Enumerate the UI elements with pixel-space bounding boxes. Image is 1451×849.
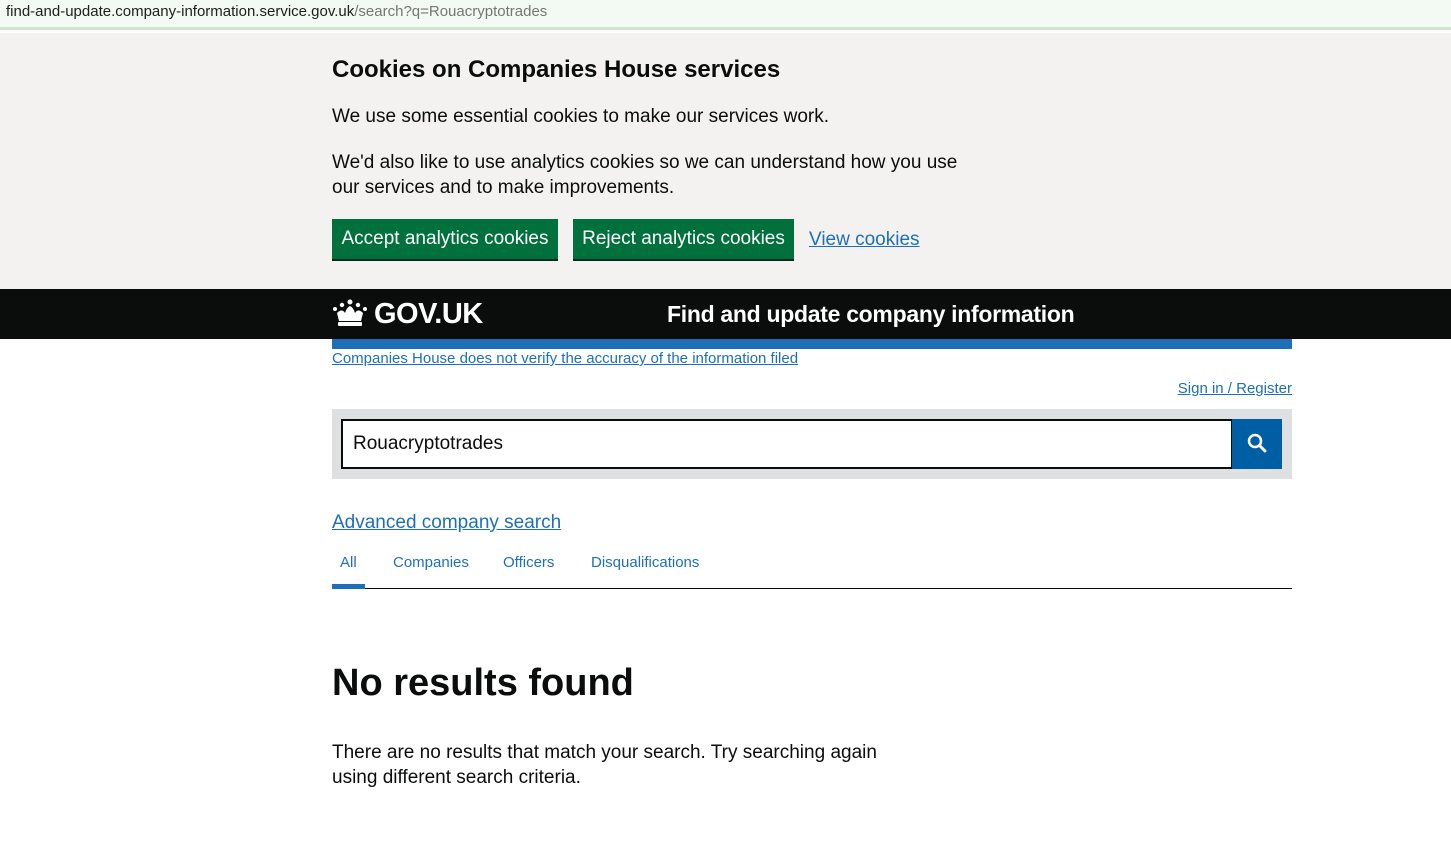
accuracy-disclaimer-link[interactable]: Companies House does not verify the accu… (332, 350, 798, 368)
cookie-banner-text-essential: We use some essential cookies to make ou… (332, 106, 830, 127)
advanced-search-link[interactable]: Advanced company search (332, 511, 561, 535)
cookie-banner-text-analytics: We'd also like to use analytics cookies … (332, 152, 958, 198)
search-tabs: All Companies Officers Disqualifications (332, 550, 1292, 589)
sign-in-register-link[interactable]: Sign in / Register (1178, 380, 1292, 398)
search-form (332, 409, 1292, 479)
tab-all[interactable]: All (340, 554, 357, 572)
govuk-logo[interactable]: GOV.UK (374, 298, 483, 330)
cookie-banner-title: Cookies on Companies House services (332, 56, 781, 83)
search-input[interactable] (341, 419, 1233, 469)
tab-all-active-indicator (332, 584, 365, 589)
cookie-banner: Cookies on Companies House services We u… (0, 33, 1451, 289)
tab-disqualifications[interactable]: Disqualifications (591, 554, 699, 572)
url-host: find-and-update.company-information.serv… (6, 3, 355, 20)
tab-officers[interactable]: Officers (503, 554, 554, 572)
url-path: /search?q=Rouacryptotrades (354, 3, 548, 20)
view-cookies-link[interactable]: View cookies (809, 228, 920, 252)
service-name[interactable]: Find and update company information (667, 300, 1075, 328)
site-header: GOV.UK Find and update company informati… (0, 289, 1451, 339)
no-results-heading: No results found (332, 662, 634, 704)
browser-address-bar[interactable]: find-and-update.company-information.serv… (0, 0, 1451, 30)
no-results-message: There are no results that match your sea… (332, 742, 877, 788)
crown-icon[interactable] (332, 299, 368, 327)
header-blue-bar (332, 339, 1292, 349)
accept-cookies-button[interactable]: Accept analytics cookies (332, 219, 558, 259)
search-icon (1247, 433, 1267, 453)
search-button[interactable] (1232, 419, 1282, 469)
reject-cookies-button[interactable]: Reject analytics cookies (573, 219, 794, 259)
url-text[interactable]: find-and-update.company-information.serv… (6, 3, 547, 21)
tab-companies[interactable]: Companies (393, 554, 469, 572)
